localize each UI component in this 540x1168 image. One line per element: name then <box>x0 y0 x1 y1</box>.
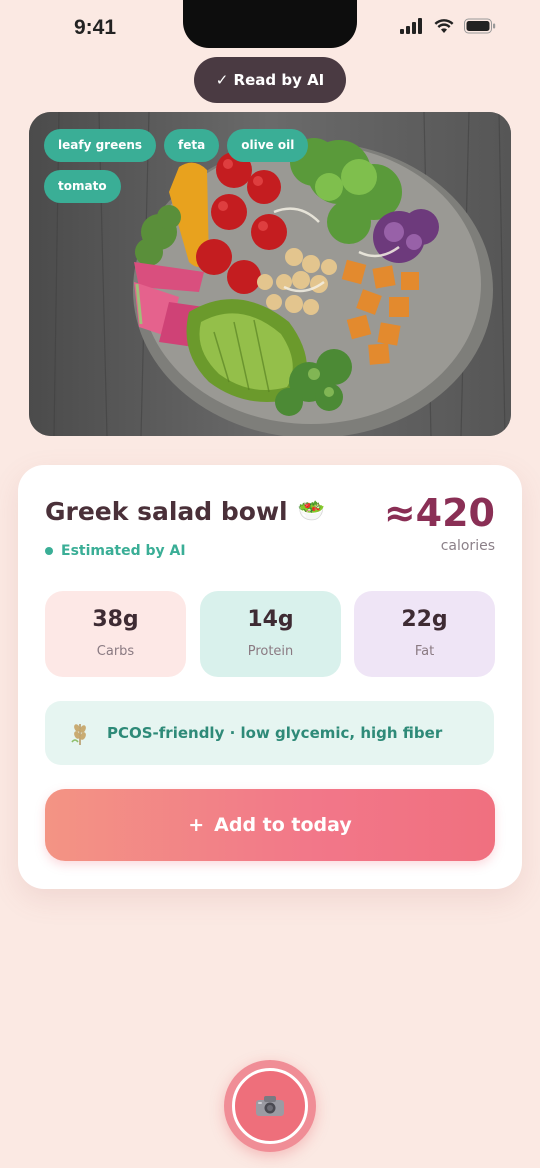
cellular-signal-icon <box>400 18 422 34</box>
read-by-ai-badge: ✓ Read by AI <box>194 57 346 103</box>
estimated-text: Estimated by AI <box>61 543 186 559</box>
meal-name: Greek salad bowl <box>45 497 288 526</box>
camera-icon <box>256 1096 284 1116</box>
macro-label: Carbs <box>96 644 135 659</box>
salad-emoji-icon: 🥗 <box>297 499 326 524</box>
status-dot-icon <box>45 547 53 555</box>
macro-fat: 22g Fat <box>354 591 495 677</box>
wheat-icon <box>71 724 86 745</box>
estimated-label: Estimated by AI <box>45 543 186 559</box>
macro-label: Fat <box>414 644 435 659</box>
pcos-note-text: PCOS-friendly · low glycemic, high fiber <box>107 724 443 742</box>
calories-value: ≈420 <box>383 491 495 535</box>
add-to-today-button[interactable]: + Add to today <box>45 789 495 861</box>
calories-label: calories <box>440 538 495 554</box>
meal-result-card: Greek salad bowl 🥗 Estimated by AI ≈420 … <box>18 465 522 889</box>
meal-title: Greek salad bowl 🥗 <box>45 497 325 526</box>
status-bar: 9:41 <box>0 0 540 60</box>
macro-value: 14g <box>247 607 294 632</box>
plus-icon: + <box>188 814 205 836</box>
status-time: 9:41 <box>74 16 117 39</box>
ingredient-tag[interactable]: feta <box>164 129 220 162</box>
ingredient-tag[interactable]: leafy greens <box>44 129 157 162</box>
ingredient-tags: leafy greens feta olive oil tomato <box>44 129 344 203</box>
macro-protein: 14g Protein <box>200 591 341 677</box>
ingredient-tag[interactable]: tomato <box>44 170 121 203</box>
food-photo: leafy greens feta olive oil tomato <box>29 112 511 436</box>
add-button-label: Add to today <box>214 814 352 836</box>
ingredient-tag[interactable]: olive oil <box>227 129 309 162</box>
macro-label: Protein <box>247 644 294 659</box>
camera-shutter-button[interactable] <box>224 1060 316 1152</box>
dynamic-island <box>183 0 357 48</box>
pcos-note: PCOS-friendly · low glycemic, high fiber <box>45 701 494 765</box>
battery-icon <box>464 18 496 34</box>
macro-carbs: 38g Carbs <box>45 591 186 677</box>
macro-value: 38g <box>92 607 139 632</box>
macro-value: 22g <box>401 607 448 632</box>
wifi-icon <box>434 19 454 33</box>
shutter-ring <box>232 1068 308 1144</box>
status-icons <box>400 18 496 34</box>
